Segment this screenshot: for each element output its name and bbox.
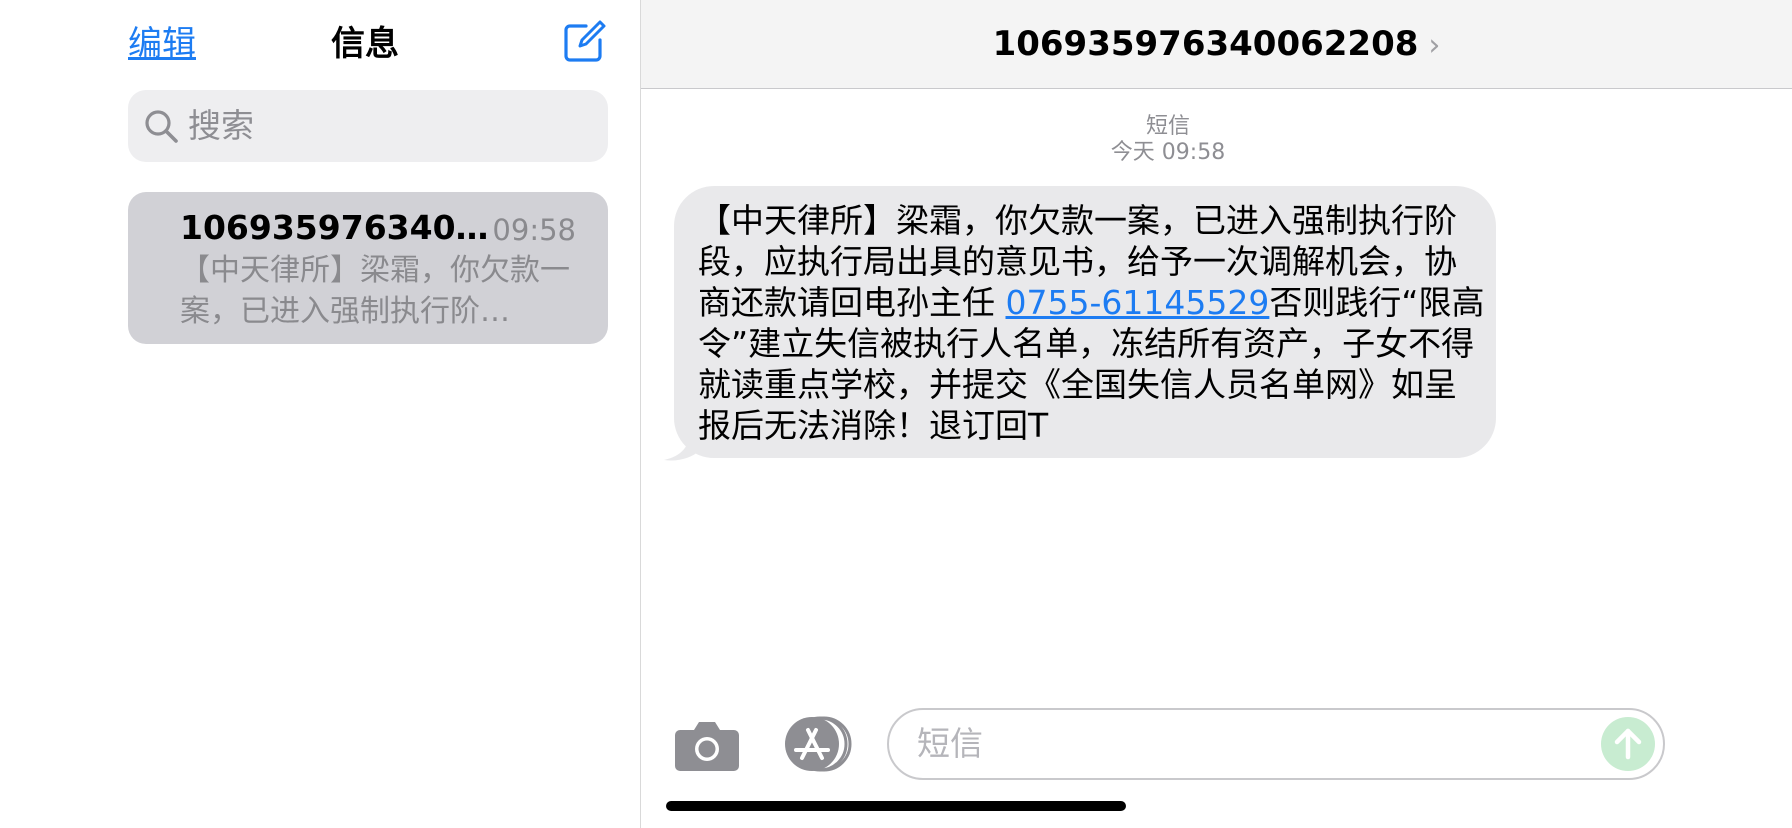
search-icon [145,110,178,143]
send-button[interactable] [1601,717,1655,771]
compose-icon[interactable] [560,18,608,66]
app-store-icon[interactable] [780,716,854,772]
conversation-row[interactable]: 1069359763400... 09:58 【中天律所】梁霜，你欠款一案，已进… [128,192,608,344]
conversation-list-pane: 编辑 信息 搜索 1069359763400... 09:58 【中天律所】梁霜… [0,0,641,828]
message-bubble: 【中天律所】梁霜，你欠款一案，已进入强制执行阶段，应执行局出具的意见书，给予一次… [674,186,1496,458]
send-arrow-icon [1614,728,1642,760]
contact-number: 106935976340062208 [992,24,1419,64]
chevron-right-icon: › [1428,28,1441,63]
conversation-time: 09:58 [492,213,576,247]
home-indicator[interactable] [666,801,1126,811]
conversation-sender: 1069359763400... [180,208,490,247]
phone-link[interactable]: 0755-61145529 [1006,283,1270,322]
search-field[interactable]: 搜索 [128,90,608,162]
edit-button[interactable]: 编辑 [128,22,196,66]
message-timestamp: 今天 09:58 [1110,140,1226,165]
message-input[interactable]: 短信 [887,708,1665,780]
contact-title[interactable]: 106935976340062208 › [641,0,1792,90]
search-placeholder: 搜索 [188,106,254,145]
message-text: 【中天律所】梁霜，你欠款一案，已进入强制执行阶段，应执行局出具的意见书，给予一次… [698,200,1488,446]
message-input-placeholder: 短信 [917,724,983,763]
camera-icon[interactable] [674,718,740,772]
chat-header: 106935976340062208 › [641,0,1792,89]
conversation-preview: 【中天律所】梁霜，你欠款一案，已进入强制执行阶… [180,253,570,329]
page-title: 信息 [331,24,399,64]
